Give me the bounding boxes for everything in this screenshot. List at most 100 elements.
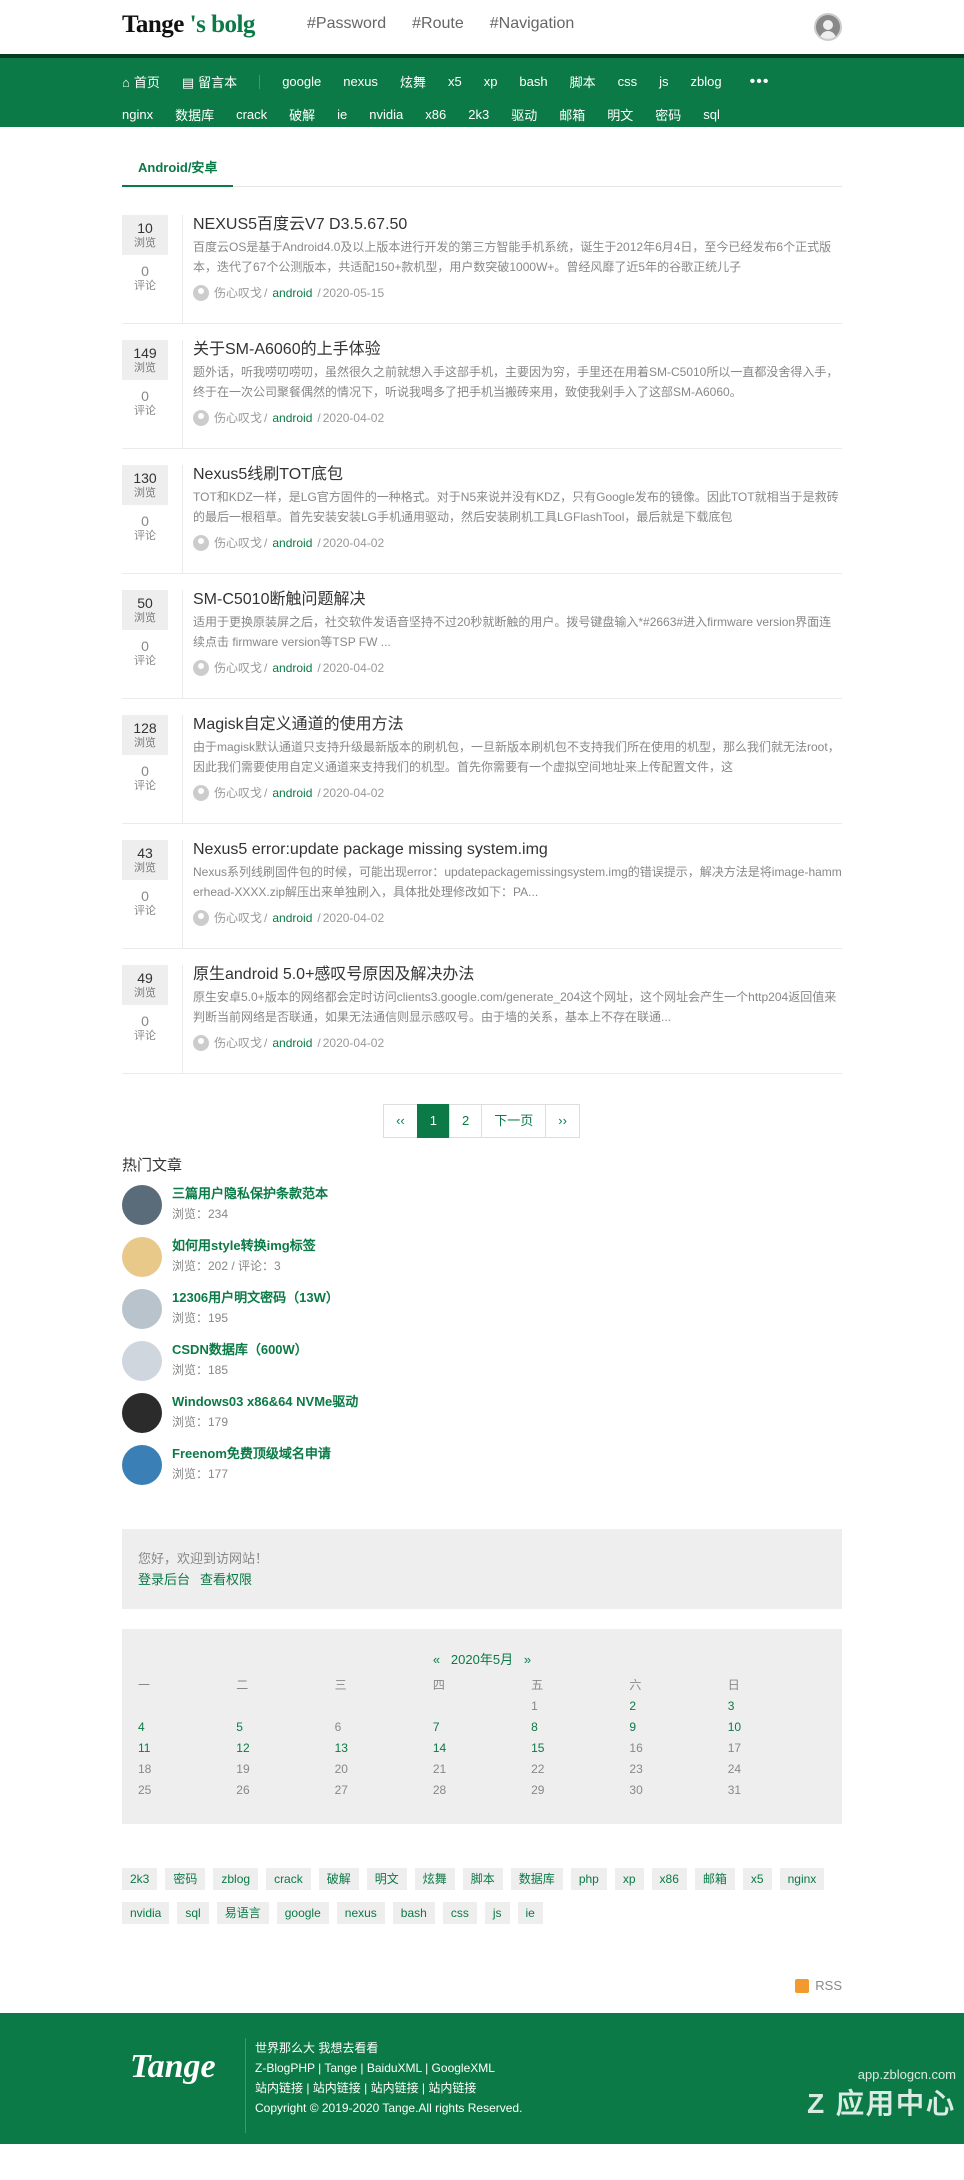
tag-link[interactable]: 脚本 (462, 1868, 503, 1890)
nav-tag-link[interactable]: x86 (425, 107, 446, 122)
article-thumbnail[interactable] (122, 1237, 162, 1277)
calendar-prev-button[interactable]: « (433, 1652, 440, 1667)
calendar-day[interactable]: 12 (236, 1737, 334, 1758)
tag-link[interactable]: 密码 (165, 1868, 206, 1890)
hot-article-title[interactable]: Freenom免费顶级域名申请 (172, 1445, 331, 1463)
calendar-day[interactable]: 2 (629, 1695, 727, 1716)
page-2-button[interactable]: 2 (448, 1104, 483, 1138)
user-avatar[interactable] (814, 13, 842, 41)
hot-article-title[interactable]: CSDN数据库（600W） (172, 1341, 308, 1359)
nav-tag-link[interactable]: nexus (343, 74, 378, 89)
calendar-day[interactable]: 7 (433, 1716, 531, 1737)
tag-link[interactable]: google (276, 1902, 329, 1924)
nav-tag-link[interactable]: 邮箱 (559, 105, 585, 124)
calendar-day[interactable]: 8 (531, 1716, 629, 1737)
hot-article-item[interactable]: 三篇用户隐私保护条款范本 浏览：234 (122, 1185, 842, 1227)
nav-tag-link[interactable]: nginx (122, 107, 153, 122)
tag-link[interactable]: 明文 (366, 1868, 407, 1890)
calendar-day[interactable]: 9 (629, 1716, 727, 1737)
post-category[interactable]: android (272, 286, 312, 300)
hot-article-title[interactable]: 如何用style转换img标签 (172, 1237, 316, 1255)
post-title[interactable]: 关于SM-A6060的上手体验 (193, 340, 842, 360)
post-title[interactable]: SM-C5010断触问题解决 (193, 590, 842, 610)
tag-link[interactable]: xp (614, 1868, 644, 1890)
hot-article-item[interactable]: Windows03 x86&64 NVMe驱动 浏览：179 (122, 1393, 842, 1435)
post-author[interactable]: 伤心叹戈 (214, 784, 262, 801)
nav-tag-link[interactable]: nvidia (369, 107, 403, 122)
tag-link[interactable]: nexus (336, 1902, 385, 1924)
tag-link[interactable]: 炫舞 (414, 1868, 455, 1890)
page-1-button[interactable]: 1 (416, 1104, 450, 1138)
post-author[interactable]: 伤心叹戈 (214, 534, 262, 551)
article-thumbnail[interactable] (122, 1289, 162, 1329)
tag-link[interactable]: x86 (651, 1868, 687, 1890)
tag-link[interactable]: php (570, 1868, 607, 1890)
post-author[interactable]: 伤心叹戈 (214, 909, 262, 926)
nav-tag-link[interactable]: zblog (691, 74, 722, 89)
calendar-day[interactable]: 15 (531, 1737, 629, 1758)
calendar-next-button[interactable]: » (524, 1652, 531, 1667)
tag-link[interactable]: 2k3 (122, 1868, 158, 1890)
post-title[interactable]: 原生android 5.0+感叹号原因及解决办法 (193, 965, 842, 985)
tab-android[interactable]: Android/安卓 (122, 153, 234, 187)
post-title[interactable]: Magisk自定义通道的使用方法 (193, 715, 842, 735)
nav-tag-link[interactable]: 密码 (655, 105, 681, 124)
post-category[interactable]: android (272, 536, 312, 550)
login-link[interactable]: 登录后台 (138, 1572, 190, 1587)
calendar-day[interactable]: 3 (728, 1695, 826, 1716)
nav-tag-link[interactable]: 炫舞 (400, 72, 426, 91)
tag-link[interactable]: nvidia (122, 1902, 170, 1924)
post-author[interactable]: 伤心叹戈 (214, 659, 262, 676)
article-thumbnail[interactable] (122, 1393, 162, 1433)
top-nav-password[interactable]: #Password (307, 15, 386, 33)
nav-tag-link[interactable]: bash (519, 74, 547, 89)
nav-tag-link[interactable]: xp (484, 74, 498, 89)
nav-tag-link[interactable]: sql (703, 107, 720, 122)
more-menu-icon[interactable]: ••• (750, 73, 770, 91)
nav-tag-link[interactable]: crack (236, 107, 267, 122)
nav-tag-link[interactable]: 2k3 (468, 107, 489, 122)
hot-article-item[interactable]: 如何用style转换img标签 浏览：202 / 评论：3 (122, 1237, 842, 1279)
tag-link[interactable]: js (484, 1902, 510, 1924)
calendar-day[interactable]: 5 (236, 1716, 334, 1737)
tag-link[interactable]: crack (266, 1868, 311, 1890)
footer-links-1[interactable]: Z-BlogPHP | Tange | BaiduXML | GoogleXML (255, 2058, 522, 2078)
tag-link[interactable]: x5 (742, 1868, 772, 1890)
calendar-day[interactable]: 11 (138, 1737, 236, 1758)
calendar-day[interactable]: 14 (433, 1737, 531, 1758)
nav-tag-link[interactable]: css (618, 74, 638, 89)
tag-link[interactable]: css (442, 1902, 477, 1924)
article-thumbnail[interactable] (122, 1185, 162, 1225)
permissions-link[interactable]: 查看权限 (200, 1572, 252, 1587)
post-category[interactable]: android (272, 786, 312, 800)
hot-article-title[interactable]: 12306用户明文密码（13W） (172, 1289, 339, 1307)
hot-article-item[interactable]: 12306用户明文密码（13W） 浏览：195 (122, 1289, 842, 1331)
tag-link[interactable]: zblog (213, 1868, 259, 1890)
nav-tag-link[interactable]: 数据库 (175, 105, 214, 124)
tag-link[interactable]: nginx (779, 1868, 825, 1890)
nav-tag-link[interactable]: js (659, 74, 668, 89)
nav-item-home[interactable]: ⌂ 首页 (122, 72, 160, 91)
post-author[interactable]: 伤心叹戈 (214, 409, 262, 426)
post-category[interactable]: android (272, 661, 312, 675)
tag-link[interactable]: 破解 (318, 1868, 359, 1890)
nav-tag-link[interactable]: x5 (448, 74, 462, 89)
hot-article-title[interactable]: 三篇用户隐私保护条款范本 (172, 1185, 328, 1203)
post-title[interactable]: Nexus5 error:update package missing syst… (193, 840, 842, 860)
post-author[interactable]: 伤心叹戈 (214, 1034, 262, 1051)
nav-tag-link[interactable]: google (282, 74, 321, 89)
calendar-day[interactable]: 4 (138, 1716, 236, 1737)
nav-tag-link[interactable]: 脚本 (570, 72, 596, 91)
nav-tag-link[interactable]: 破解 (289, 105, 315, 124)
post-category[interactable]: android (272, 411, 312, 425)
top-nav-navigation[interactable]: #Navigation (490, 15, 575, 33)
hot-article-item[interactable]: CSDN数据库（600W） 浏览：185 (122, 1341, 842, 1383)
page-next-button[interactable]: 下一页 (481, 1104, 547, 1138)
tag-link[interactable]: 邮箱 (694, 1868, 735, 1890)
article-thumbnail[interactable] (122, 1341, 162, 1381)
tag-link[interactable]: 易语言 (216, 1902, 269, 1924)
nav-tag-link[interactable]: 明文 (607, 105, 633, 124)
rss-link[interactable]: RSS (122, 1978, 842, 1993)
post-title[interactable]: Nexus5线刷TOT底包 (193, 465, 842, 485)
post-author[interactable]: 伤心叹戈 (214, 284, 262, 301)
